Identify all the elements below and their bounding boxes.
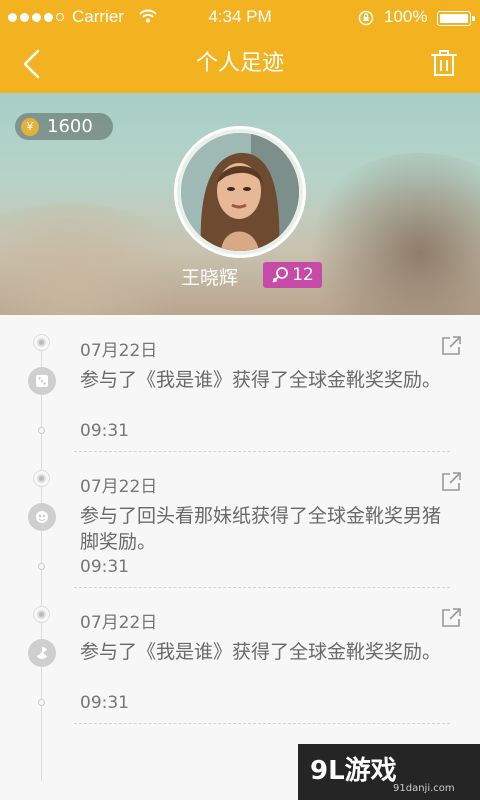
timeline-end-dot: [38, 563, 45, 570]
female-icon: [272, 267, 289, 283]
entry-time: 09:31: [80, 421, 129, 441]
coin-amount: 1600: [47, 116, 93, 137]
coin-balance: ¥ 1600: [15, 113, 113, 140]
page-title: 个人足迹: [195, 51, 284, 76]
radiation-icon: [28, 639, 56, 667]
level-badge: 12: [263, 262, 322, 288]
watermark-logo: 9L游戏 91danji.com: [298, 744, 480, 800]
trash-icon: [431, 50, 457, 76]
battery-percent: 100%: [384, 7, 428, 26]
share-button[interactable]: [440, 607, 462, 629]
entry-date: 07月22日: [80, 341, 158, 361]
user-name: 王晓辉: [181, 267, 239, 289]
list-item[interactable]: 07月22日 参与了回头看那妹纸获得了全球金靴奖男猪脚奖励。 09:31: [0, 451, 480, 588]
entry-text: 参与了《我是谁》获得了全球金靴奖奖励。: [80, 641, 442, 663]
yen-coin-icon: ¥: [21, 117, 39, 136]
timeline-dot: [34, 607, 49, 622]
top-bar: Carrier 4:34 PM 100% 个人足迹: [0, 0, 480, 93]
timeline-end-dot: [38, 427, 45, 434]
share-button[interactable]: [440, 335, 462, 357]
battery-icon: [437, 11, 475, 26]
entry-date: 07月22日: [80, 477, 158, 497]
entry-text: 参与了回头看那妹纸获得了全球金靴奖男猪脚奖励。: [80, 505, 442, 553]
timeline-dot: [34, 335, 49, 350]
avatar-image: [181, 133, 299, 251]
timeline-list: 07月22日 参与了《我是谁》获得了全球金靴奖奖励。 09:31 07月22日 …: [0, 315, 480, 800]
share-icon: [442, 608, 461, 627]
mask-icon: [28, 503, 56, 531]
watermark-site: 91danji.com: [393, 783, 455, 794]
timeline-end-dot: [38, 699, 45, 706]
delete-button[interactable]: [424, 44, 464, 84]
status-bar: Carrier 4:34 PM 100%: [0, 0, 480, 34]
entry-time: 09:31: [80, 693, 129, 713]
orientation-lock-icon: [358, 10, 374, 26]
share-icon: [442, 336, 461, 355]
entry-date: 07月22日: [80, 613, 158, 633]
share-icon: [442, 472, 461, 491]
divider: [74, 723, 450, 724]
list-item[interactable]: 07月22日 参与了《我是谁》获得了全球金靴奖奖励。 09:31: [0, 315, 480, 452]
timeline-dot: [34, 471, 49, 486]
watermark-brand: 9L游戏: [310, 756, 397, 786]
avatar[interactable]: [174, 126, 306, 258]
level-value: 12: [292, 265, 314, 285]
entry-time: 09:31: [80, 557, 129, 577]
entry-text: 参与了《我是谁》获得了全球金靴奖奖励。: [80, 369, 442, 391]
share-button[interactable]: [440, 471, 462, 493]
dice-icon: [28, 367, 56, 395]
list-item[interactable]: 07月22日 参与了《我是谁》获得了全球金靴奖奖励。 09:31: [0, 587, 480, 724]
